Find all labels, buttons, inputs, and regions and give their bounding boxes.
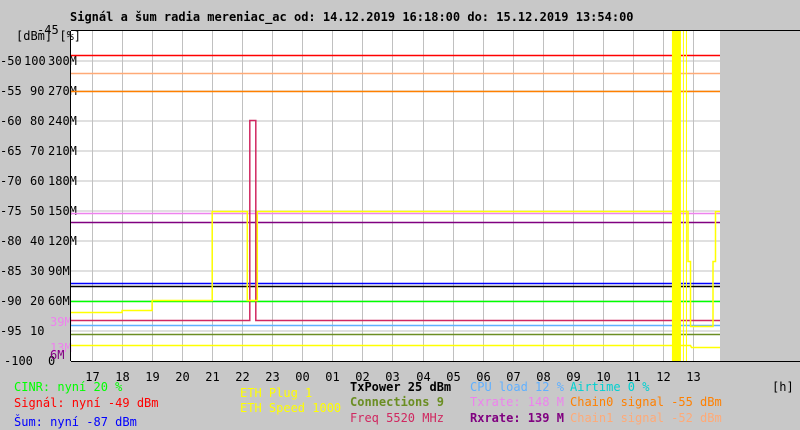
- y-extra-label: 6M: [50, 348, 64, 362]
- legend-chain0: Chain0 signal -55 dBm: [570, 395, 722, 409]
- y-tick-percent: 100: [24, 54, 46, 68]
- x-tick-label: 12: [656, 370, 670, 384]
- legend-chain1: Chain1 signal -52 dBm: [570, 411, 722, 425]
- legend-freq: Freq 5520 MHz: [350, 411, 444, 425]
- y-tick-percent: 40: [30, 234, 44, 248]
- y-tick-m: 60M: [48, 294, 70, 308]
- legend-rxrate: Rxrate: 139 M: [470, 411, 564, 425]
- y-tick-percent: 50: [30, 204, 44, 218]
- y-tick-dbm: -100: [4, 354, 33, 368]
- chart: 17 18 19 20 21 22 23 00 01 02 03 04 05 06 07 08 09 10 11 12…: [0, 23, 800, 384]
- legend-txpower: TxPower 25 dBm: [350, 380, 452, 394]
- y-tick-m: 180M: [48, 174, 77, 188]
- y-tick-dbm: -55: [0, 84, 22, 98]
- x-unit-label: [h]: [772, 380, 794, 394]
- y-tick-percent: 10: [30, 324, 44, 338]
- y-tick-dbm: -60: [0, 114, 22, 128]
- y-tick-dbm: -95: [0, 324, 22, 338]
- y-tick-dbm: -65: [0, 144, 22, 158]
- x-tick-label: 13: [686, 370, 700, 384]
- outage-band: [671, 31, 681, 361]
- legend-cpu: CPU load 12 %: [470, 380, 564, 394]
- y-tick-dbm: -85: [0, 264, 22, 278]
- y-tick-dbm: -80: [0, 234, 22, 248]
- legend-noise: Šum: nyní -87 dBm: [14, 415, 137, 429]
- y-tick-m: 90M: [48, 264, 70, 278]
- y-tick-percent: 80: [30, 114, 44, 128]
- x-tick-label: 20: [175, 370, 189, 384]
- y-tick-percent: 90: [30, 84, 44, 98]
- legend-eth-speed: ETH Speed 1000: [240, 401, 342, 415]
- legend-eth-plug: ETH Plug 1: [240, 386, 313, 400]
- plot-area: [71, 31, 720, 361]
- y-axis-unit: [dBm] [%]: [16, 29, 81, 43]
- y-tick-percent: 60: [30, 174, 44, 188]
- x-tick-label: 00: [295, 370, 309, 384]
- y-extra-label: 39M: [50, 315, 72, 329]
- y-tick-m: 120M: [48, 234, 77, 248]
- legend-signal: Signál: nyní -49 dBm: [14, 396, 159, 410]
- x-tick-label: 19: [145, 370, 159, 384]
- y-tick-dbm: -75: [0, 204, 22, 218]
- legend-connections: Connections 9: [350, 395, 444, 409]
- y-tick-dbm: -70: [0, 174, 22, 188]
- y-tick-m: 240M: [48, 114, 77, 128]
- y-tick-percent: 30: [30, 264, 44, 278]
- legend-txrate: Txrate: 148 M: [470, 395, 564, 409]
- y-tick-percent: 20: [30, 294, 44, 308]
- legend-airtime: Airtime 0 %: [570, 380, 650, 394]
- y-tick-dbm: -50: [0, 54, 22, 68]
- y-tick-percent: 70: [30, 144, 44, 158]
- y-tick-m: 210M: [48, 144, 77, 158]
- x-tick-label: 22: [235, 370, 249, 384]
- legend-cinr: CINR: nyní 20 %: [14, 380, 123, 394]
- x-tick-label: 01: [325, 370, 339, 384]
- y-tick-dbm: -90: [0, 294, 22, 308]
- y-tick-m: 150M: [48, 204, 77, 218]
- x-tick-label: 21: [205, 370, 219, 384]
- x-tick-label: 23: [265, 370, 279, 384]
